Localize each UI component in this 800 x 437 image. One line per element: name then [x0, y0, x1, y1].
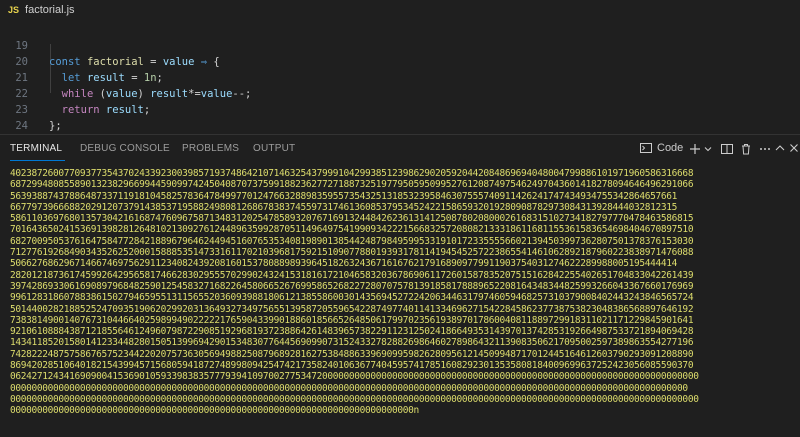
- active-tab-indicator: [10, 160, 65, 161]
- tab-debug-console[interactable]: DEBUG CONSOLE: [80, 143, 170, 154]
- split-icon[interactable]: [721, 143, 733, 155]
- more-icon[interactable]: [759, 143, 771, 155]
- tab-factorial-js[interactable]: JS factorial.js: [0, 0, 75, 20]
- tab-title: factorial.js: [25, 4, 75, 16]
- tab-terminal[interactable]: TERMINAL: [10, 143, 62, 154]
- trash-icon[interactable]: [740, 143, 752, 155]
- code-text: while (value) result*=value--;: [61, 88, 252, 100]
- add-icon[interactable]: [689, 143, 701, 155]
- code-line: 21 while (value) result*=value--;: [0, 54, 251, 100]
- code-line: 24: [0, 102, 28, 132]
- terminal-selector-label: Code: [657, 142, 684, 154]
- chevron-down-icon[interactable]: [704, 145, 712, 153]
- editor-tab-strip: JS factorial.js: [0, 0, 800, 20]
- code-line: 22 return result;: [0, 70, 150, 116]
- terminal-selector[interactable]: Code: [640, 142, 683, 154]
- code-text: const factorial = value ⇒ {: [49, 56, 220, 68]
- chevron-up-icon[interactable]: [775, 143, 785, 153]
- panel-header: TERMINAL DEBUG CONSOLE PROBLEMS OUTPUT C…: [0, 135, 800, 165]
- terminal-output[interactable]: 4023872600770937735437024339230039857193…: [10, 168, 795, 437]
- javascript-file-icon: JS: [8, 5, 20, 15]
- terminal-icon: [640, 143, 652, 153]
- tab-problems[interactable]: PROBLEMS: [182, 143, 239, 154]
- code-line: 23 };: [0, 86, 61, 132]
- code-editor[interactable]: 19 const factorial = value ⇒ { 20 let re…: [0, 20, 800, 164]
- tab-output[interactable]: OUTPUT: [253, 143, 295, 154]
- code-text: };: [49, 120, 62, 132]
- code-line: 19 const factorial = value ⇒ {: [0, 22, 219, 68]
- code-line: 25 console.log(factorial(1000n));|: [0, 118, 245, 164]
- close-icon[interactable]: [789, 143, 799, 153]
- code-text: let result = 1n;: [61, 72, 163, 84]
- code-line: 20 let result = 1n;: [0, 38, 163, 84]
- code-text: return result;: [61, 104, 151, 116]
